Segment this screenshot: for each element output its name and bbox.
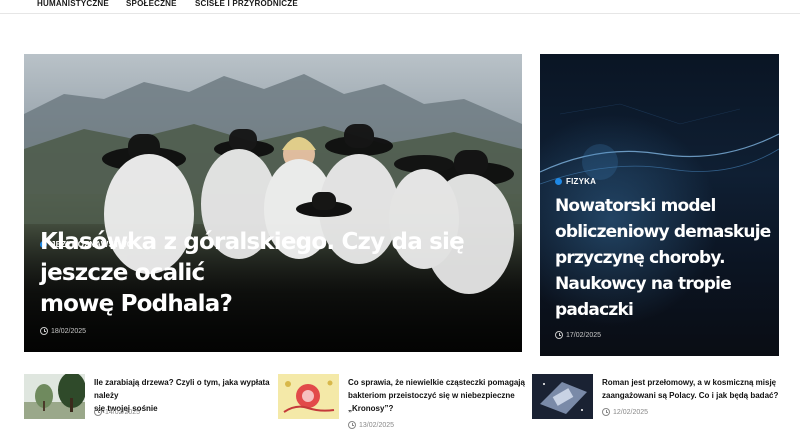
hero-side-title-line1: Nowatorski model [555, 196, 716, 216]
clock-icon [555, 331, 563, 339]
article-date: 14/02/2025 [105, 408, 141, 416]
hero-side-title-line2: obliczeniowy demaskuje [555, 222, 771, 242]
article-thumbnail-bacteria[interactable] [278, 374, 339, 419]
article-title-line: „Kronosy”? [348, 404, 394, 413]
hero-main-date-row: 18/02/2025 [40, 327, 86, 335]
article-title[interactable]: Co sprawia, że niewielkie cząsteczki pom… [348, 376, 528, 415]
list-item[interactable]: Roman jest przełomowy, a w kosmiczną mis… [532, 374, 782, 434]
hero-side-category[interactable]: FIZYKA [555, 177, 596, 186]
hero-main-title[interactable]: Klasówka z góralskiego. Czy da się jeszc… [40, 227, 520, 320]
article-date-row: 13/02/2025 [348, 421, 394, 429]
nav-item-humanistyczne[interactable]: HUMANISTYCZNE [37, 0, 109, 8]
hero-main-date: 18/02/2025 [51, 327, 87, 335]
hero-side-date: 17/02/2025 [566, 331, 602, 339]
nav-item-spoleczne[interactable]: SPOŁECZNE [126, 0, 177, 8]
article-title-line: bakteriom przeistoczyć się w niebezpiecz… [348, 391, 515, 400]
clock-icon [94, 408, 102, 416]
article-title-line: Co sprawia, że niewielkie cząsteczki pom… [348, 378, 525, 387]
hero-side-title-line3: przyczynę choroby. [555, 248, 726, 268]
clock-icon [602, 408, 610, 416]
article-date-row: 12/02/2025 [602, 408, 648, 416]
hero-side-date-row: 17/02/2025 [555, 331, 601, 339]
article-date: 13/02/2025 [359, 421, 395, 429]
hero-article-side[interactable]: FIZYKA Nowatorski model obliczeniowy dem… [540, 54, 779, 356]
article-title[interactable]: Roman jest przełomowy, a w kosmiczną mis… [602, 376, 782, 402]
hero-side-title[interactable]: Nowatorski model obliczeniowy demaskuje … [555, 193, 775, 323]
list-item[interactable]: Co sprawia, że niewielkie cząsteczki pom… [278, 374, 528, 434]
article-title-line: Ile zarabiają drzewa? Czyli o tym, jaka … [94, 378, 270, 400]
telescope-thumbnail-art [532, 374, 593, 419]
article-date: 12/02/2025 [613, 408, 649, 416]
article-thumbnail-trees[interactable] [24, 374, 85, 419]
nav-item-scisle-i-przyrodnicze[interactable]: ŚCISŁE I PRZYRODNICZE [195, 0, 298, 8]
article-title-line: zaangażowani są Polacy. Co i jak będą ba… [602, 391, 779, 400]
hero-main-title-line1: Klasówka z góralskiego. Czy da się jeszc… [40, 229, 465, 286]
hero-article-main[interactable]: JĘZYKOZNAWSTWO Klasówka z góralskiego. C… [24, 54, 522, 352]
top-navigation: HUMANISTYCZNE SPOŁECZNE ŚCISŁE I PRZYROD… [0, 0, 800, 14]
article-thumbnail-telescope[interactable] [532, 374, 593, 419]
list-item[interactable]: Ile zarabiają drzewa? Czyli o tym, jaka … [24, 374, 274, 434]
category-dot-icon [555, 178, 562, 185]
hero-side-title-line5: padaczki [555, 300, 634, 320]
hero-side-title-line4: Naukowcy na tropie [555, 274, 732, 294]
clock-icon [348, 421, 356, 429]
hero-main-title-line2: mowę Podhala? [40, 291, 233, 317]
bacteria-thumbnail-art [278, 374, 339, 419]
article-title-line: Roman jest przełomowy, a w kosmiczną mis… [602, 378, 777, 387]
clock-icon [40, 327, 48, 335]
hero-side-category-label: FIZYKA [566, 177, 597, 186]
trees-thumbnail-art [24, 374, 85, 419]
article-date-row: 14/02/2025 [94, 408, 140, 416]
